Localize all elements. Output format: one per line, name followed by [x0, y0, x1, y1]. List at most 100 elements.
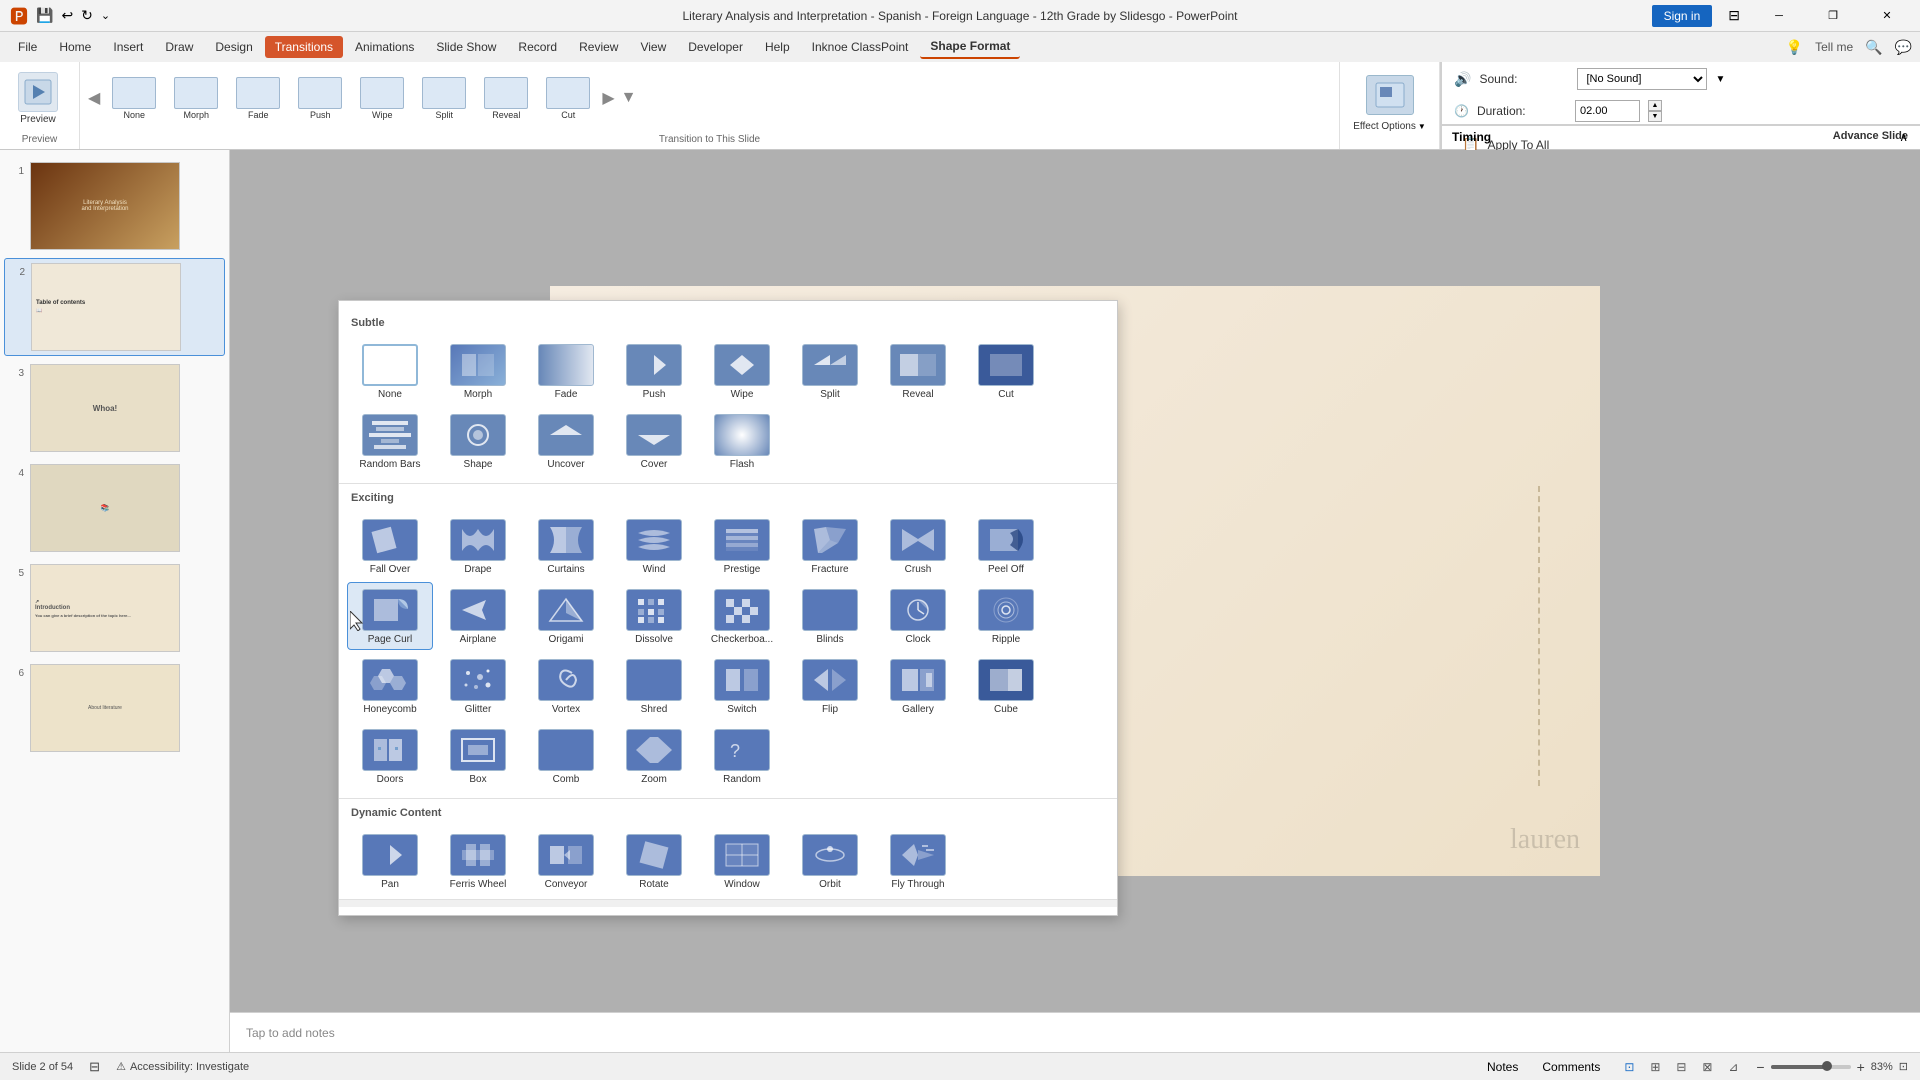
trans-peel-off[interactable]: Peel Off: [963, 512, 1049, 580]
scroll-left-arrow[interactable]: ◀: [86, 88, 102, 108]
ts-wipe[interactable]: Wipe: [352, 74, 412, 123]
trans-random[interactable]: ? Random: [699, 722, 785, 790]
signin-button[interactable]: Sign in: [1652, 5, 1713, 27]
menu-design[interactable]: Design: [205, 36, 262, 58]
trans-cube[interactable]: Cube: [963, 652, 1049, 720]
trans-comb[interactable]: Comb: [523, 722, 609, 790]
trans-wind[interactable]: Wind: [611, 512, 697, 580]
menu-classpoint[interactable]: Inknoe ClassPoint: [802, 36, 919, 58]
comments-button[interactable]: Comments: [1536, 1058, 1606, 1076]
trans-honeycomb[interactable]: Honeycomb: [347, 652, 433, 720]
duration-input[interactable]: [1575, 100, 1640, 122]
trans-doors[interactable]: Doors: [347, 722, 433, 790]
trans-uncover[interactable]: Uncover: [523, 407, 609, 475]
redo-icon[interactable]: ↻: [81, 7, 93, 24]
menu-draw[interactable]: Draw: [155, 36, 203, 58]
trans-cover[interactable]: Cover: [611, 407, 697, 475]
trans-vortex[interactable]: Vortex: [523, 652, 609, 720]
trans-fall-over[interactable]: Fall Over: [347, 512, 433, 580]
trans-page-curl[interactable]: Page Curl: [347, 582, 433, 650]
trans-split[interactable]: Split: [787, 337, 873, 405]
trans-pan[interactable]: Pan: [347, 827, 433, 895]
slide-thumb-4[interactable]: 4 📚: [4, 460, 225, 556]
trans-ripple[interactable]: Ripple: [963, 582, 1049, 650]
trans-flip[interactable]: Flip: [787, 652, 873, 720]
trans-clock[interactable]: Clock: [875, 582, 961, 650]
ts-reveal[interactable]: Reveal: [476, 74, 536, 123]
trans-origami[interactable]: Origami: [523, 582, 609, 650]
menu-slideshow[interactable]: Slide Show: [426, 36, 506, 58]
menu-review[interactable]: Review: [569, 36, 628, 58]
menu-animations[interactable]: Animations: [345, 36, 424, 58]
trans-reveal[interactable]: Reveal: [875, 337, 961, 405]
expand-arrow[interactable]: ▼: [619, 89, 639, 107]
trans-drape[interactable]: Drape: [435, 512, 521, 580]
trans-random-bars[interactable]: Random Bars: [347, 407, 433, 475]
menu-record[interactable]: Record: [508, 36, 567, 58]
slide-thumb-3[interactable]: 3 Whoa!: [4, 360, 225, 456]
ts-push[interactable]: Push: [290, 74, 350, 123]
trans-blinds[interactable]: Blinds: [787, 582, 873, 650]
trans-shred[interactable]: Shred: [611, 652, 697, 720]
menu-insert[interactable]: Insert: [103, 36, 153, 58]
sound-select[interactable]: [No Sound]: [1577, 68, 1707, 90]
trans-gallery[interactable]: Gallery: [875, 652, 961, 720]
trans-orbit[interactable]: Orbit: [787, 827, 873, 895]
zoom-out-icon[interactable]: −: [1756, 1059, 1764, 1075]
trans-shape[interactable]: Shape: [435, 407, 521, 475]
comment-icon[interactable]: 💬: [1895, 39, 1912, 56]
trans-zoom[interactable]: Zoom: [611, 722, 697, 790]
search-icon[interactable]: 🔍: [1865, 39, 1882, 56]
trans-fracture[interactable]: Fracture: [787, 512, 873, 580]
trans-wipe[interactable]: Wipe: [699, 337, 785, 405]
menu-view[interactable]: View: [630, 36, 676, 58]
save-icon[interactable]: 💾: [36, 7, 53, 24]
menu-shape-format[interactable]: Shape Format: [920, 35, 1020, 59]
trans-none[interactable]: None: [347, 337, 433, 405]
ts-fade[interactable]: Fade: [228, 74, 288, 123]
sound-dropdown-arrow[interactable]: ▼: [1715, 74, 1725, 85]
trans-rotate[interactable]: Rotate: [611, 827, 697, 895]
trans-glitter[interactable]: Glitter: [435, 652, 521, 720]
slide-sorter-button[interactable]: ⊟: [1670, 1056, 1692, 1078]
menu-file[interactable]: File: [8, 36, 47, 58]
slide-thumb-6[interactable]: 6 About literature: [4, 660, 225, 756]
trans-airplane[interactable]: Airplane: [435, 582, 521, 650]
zoom-slider[interactable]: [1771, 1065, 1851, 1069]
preview-button[interactable]: Preview: [8, 68, 68, 129]
trans-push[interactable]: Push: [611, 337, 697, 405]
trans-conveyor[interactable]: Conveyor: [523, 827, 609, 895]
ts-morph[interactable]: Morph: [166, 74, 226, 123]
menu-help[interactable]: Help: [755, 36, 800, 58]
normal-view-button[interactable]: ⊡: [1618, 1056, 1640, 1078]
accessibility-indicator[interactable]: ⚠ Accessibility: Investigate: [116, 1060, 249, 1073]
trans-morph[interactable]: Morph: [435, 337, 521, 405]
presenter-view-button[interactable]: ⊿: [1722, 1056, 1744, 1078]
minimize-button[interactable]: ─: [1756, 0, 1802, 32]
trans-dissolve[interactable]: Dissolve: [611, 582, 697, 650]
customize-icon[interactable]: ⌄: [101, 9, 110, 22]
trans-fade[interactable]: Fade: [523, 337, 609, 405]
zoom-in-icon[interactable]: +: [1857, 1059, 1865, 1075]
duration-up[interactable]: ▲: [1648, 100, 1662, 111]
menu-home[interactable]: Home: [49, 36, 101, 58]
tell-me-label[interactable]: Tell me: [1815, 40, 1853, 54]
effect-options-label-row[interactable]: Effect Options ▼: [1353, 121, 1426, 132]
ts-none[interactable]: None: [104, 74, 164, 123]
layout-icon[interactable]: ⊟: [89, 1059, 100, 1075]
trans-ferris-wheel[interactable]: Ferris Wheel: [435, 827, 521, 895]
trans-cut[interactable]: Cut: [963, 337, 1049, 405]
notes-bar[interactable]: Tap to add notes: [230, 1012, 1920, 1052]
trans-curtains[interactable]: Curtains: [523, 512, 609, 580]
trans-crush[interactable]: Crush: [875, 512, 961, 580]
menu-transitions[interactable]: Transitions: [265, 36, 343, 58]
close-button[interactable]: ✕: [1864, 0, 1910, 32]
fit-slide-icon[interactable]: ⊡: [1899, 1060, 1908, 1073]
trans-switch[interactable]: Switch: [699, 652, 785, 720]
trans-checkerboard[interactable]: Checkerboa...: [699, 582, 785, 650]
trans-window[interactable]: Window: [699, 827, 785, 895]
trans-fly-through[interactable]: Fly Through: [875, 827, 961, 895]
duration-down[interactable]: ▼: [1648, 111, 1662, 122]
trans-flash[interactable]: Flash: [699, 407, 785, 475]
slide-thumb-1[interactable]: 1 Literary Analysisand Interpretation: [4, 158, 225, 254]
